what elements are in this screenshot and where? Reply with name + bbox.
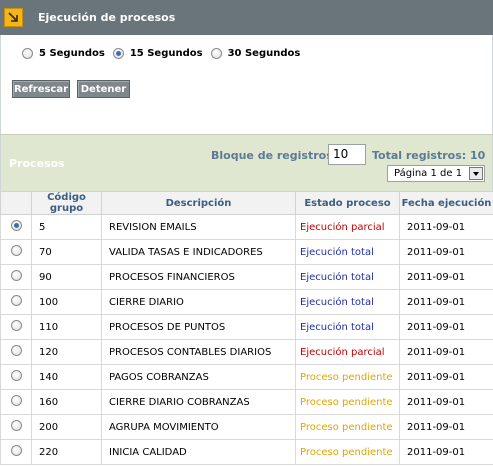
- total-records-label: Total registros: 10: [372, 149, 486, 162]
- table-row[interactable]: 100 CIERRE DIARIO Ejecución total 2011-09-0…: [0, 289, 493, 315]
- description-cell: INICIA CALIDAD: [101, 439, 296, 465]
- table-row[interactable]: 70 VALIDA TASAS E INDICADORES Ejecución to…: [0, 239, 493, 265]
- table-row[interactable]: 220 INICIA CALIDAD Proceso pendiente 2011-0…: [0, 439, 493, 465]
- description-cell: VALIDA TASAS E INDICADORES: [101, 239, 296, 265]
- expand-arrow-icon[interactable]: [4, 8, 23, 27]
- code-cell: 70: [31, 239, 102, 265]
- radio-label-15-seconds: 15 Segundos: [129, 48, 203, 59]
- date-cell: 2011-09-01: [399, 439, 493, 465]
- code-cell: 140: [31, 364, 102, 390]
- status-cell: Ejecución total: [295, 264, 400, 290]
- refresh-interval-group: 5 Segundos 15 Segundos 30 Segundos: [22, 48, 308, 59]
- radio-label-5-seconds: 5 Segundos: [39, 48, 105, 59]
- column-header-description[interactable]: Descripción: [101, 191, 296, 215]
- processes-table: Código grupo Descripción Estado proceso …: [0, 191, 493, 465]
- page-title: Ejecución de procesos: [38, 11, 176, 24]
- description-cell: CIERRE DIARIO: [101, 289, 296, 315]
- status-cell: Ejecución parcial: [295, 214, 400, 240]
- code-cell: 100: [31, 289, 102, 315]
- row-select-radio[interactable]: [10, 370, 22, 381]
- date-cell: 2011-09-01: [399, 314, 493, 340]
- description-cell: PAGOS COBRANZAS: [101, 364, 296, 390]
- description-cell: AGRUPA MOVIMIENTO: [101, 414, 296, 440]
- code-cell: 110: [31, 314, 102, 340]
- row-select-cell: [0, 364, 32, 390]
- chevron-down-icon[interactable]: [469, 167, 483, 180]
- description-cell: PROCESOS DE PUNTOS: [101, 314, 296, 340]
- title-bar: Ejecución de procesos: [0, 0, 493, 35]
- status-cell: Ejecución total: [295, 289, 400, 315]
- row-select-cell: [0, 239, 32, 265]
- stop-button[interactable]: Detener: [77, 80, 130, 98]
- date-cell: 2011-09-01: [399, 264, 493, 290]
- refresh-button[interactable]: Refrescar: [12, 80, 70, 98]
- column-header-date[interactable]: Fecha ejecución: [399, 191, 493, 215]
- column-header-select: [0, 191, 32, 215]
- table-row[interactable]: 160 CIERRE DIARIO COBRANZAS Proceso pendie…: [0, 389, 493, 415]
- status-cell: Proceso pendiente: [295, 414, 400, 440]
- date-cell: 2011-09-01: [399, 214, 493, 240]
- code-cell: 160: [31, 389, 102, 415]
- table-row[interactable]: 120 PROCESOS CONTABLES DIARIOS Ejecución p…: [0, 339, 493, 365]
- code-cell: 90: [31, 264, 102, 290]
- page-select-value: Página 1 de 1: [394, 168, 463, 179]
- row-select-cell: [0, 314, 32, 340]
- code-cell: 200: [31, 414, 102, 440]
- row-select-radio[interactable]: [10, 395, 22, 406]
- radio-30-seconds[interactable]: [210, 48, 222, 59]
- table-row[interactable]: 140 PAGOS COBRANZAS Proceso pendiente 2011-…: [0, 364, 493, 390]
- description-cell: PROCESOS FINANCIEROS: [101, 264, 296, 290]
- status-cell: Ejecución parcial: [295, 339, 400, 365]
- table-row[interactable]: 5 REVISION EMAILS Ejecución parcial 2011-09…: [0, 214, 493, 240]
- block-size-label: Bloque de registros:: [211, 149, 338, 162]
- date-cell: 2011-09-01: [399, 289, 493, 315]
- radio-15-seconds[interactable]: [112, 48, 124, 59]
- column-header-status[interactable]: Estado proceso: [295, 191, 400, 215]
- status-cell: Proceso pendiente: [295, 439, 400, 465]
- column-header-code[interactable]: Código grupo: [31, 191, 102, 215]
- row-select-radio[interactable]: [10, 270, 22, 281]
- date-cell: 2011-09-01: [399, 339, 493, 365]
- status-cell: Proceso pendiente: [295, 364, 400, 390]
- page-select[interactable]: Página 1 de 1: [387, 165, 485, 182]
- radio-5-seconds[interactable]: [22, 48, 33, 59]
- status-cell: Ejecución total: [295, 239, 400, 265]
- row-select-radio[interactable]: [10, 320, 22, 331]
- row-select-radio[interactable]: [10, 420, 22, 431]
- date-cell: 2011-09-01: [399, 414, 493, 440]
- code-cell: 5: [31, 214, 102, 240]
- status-cell: Ejecución total: [295, 314, 400, 340]
- row-select-cell: [0, 289, 32, 315]
- description-cell: REVISION EMAILS: [101, 214, 296, 240]
- radio-label-30-seconds: 30 Segundos: [227, 48, 301, 59]
- description-cell: CIERRE DIARIO COBRANZAS: [101, 389, 296, 415]
- description-cell: PROCESOS CONTABLES DIARIOS: [101, 339, 296, 365]
- row-select-cell: [0, 214, 32, 240]
- row-select-radio[interactable]: [10, 245, 22, 256]
- table-row[interactable]: 90 PROCESOS FINANCIEROS Ejecución total 201…: [0, 264, 493, 290]
- row-select-cell: [0, 439, 32, 465]
- row-select-cell: [0, 264, 32, 290]
- date-cell: 2011-09-01: [399, 364, 493, 390]
- table-header-row: Código grupo Descripción Estado proceso …: [0, 191, 493, 215]
- table-row[interactable]: 110 PROCESOS DE PUNTOS Ejecución total 2011…: [0, 314, 493, 340]
- row-select-cell: [0, 414, 32, 440]
- row-select-radio[interactable]: [10, 445, 22, 456]
- row-select-radio[interactable]: [10, 345, 22, 356]
- processes-header: Procesos Bloque de registros: 10 Total r…: [0, 134, 493, 191]
- code-cell: 220: [31, 439, 102, 465]
- code-cell: 120: [31, 339, 102, 365]
- row-select-cell: [0, 339, 32, 365]
- row-select-cell: [0, 389, 32, 415]
- row-select-radio[interactable]: [10, 220, 22, 231]
- block-size-input[interactable]: 10: [328, 144, 366, 165]
- date-cell: 2011-09-01: [399, 389, 493, 415]
- status-cell: Proceso pendiente: [295, 389, 400, 415]
- processes-title: Procesos: [9, 157, 65, 170]
- table-row[interactable]: 200 AGRUPA MOVIMIENTO Proceso pendiente 201…: [0, 414, 493, 440]
- date-cell: 2011-09-01: [399, 239, 493, 265]
- row-select-radio[interactable]: [10, 295, 22, 306]
